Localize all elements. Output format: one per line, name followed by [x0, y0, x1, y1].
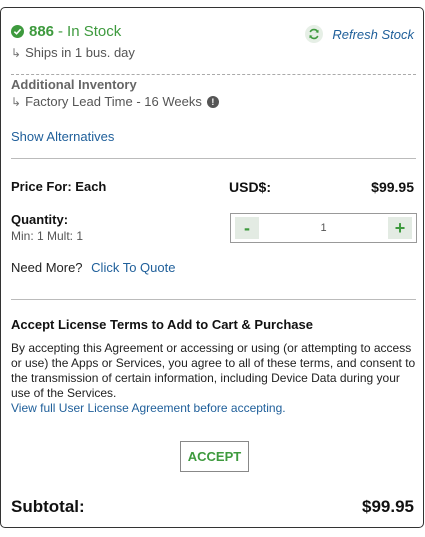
quantity-stepper: - 1 +	[230, 213, 417, 243]
subtotal-label: Subtotal:	[11, 497, 85, 516]
section-divider	[11, 299, 416, 300]
min-mult-text: Min: 1 Mult: 1	[11, 229, 84, 243]
currency-label: USD$:	[229, 179, 272, 195]
refresh-stock-label[interactable]: Refresh Stock	[332, 27, 414, 42]
additional-inventory-heading: Additional Inventory	[11, 77, 137, 92]
section-divider	[11, 158, 416, 159]
need-more-label: Need More?	[11, 260, 83, 275]
increment-button[interactable]: +	[388, 217, 412, 239]
lead-time-line: ↳ Factory Lead Time - 16 Weeks !	[11, 94, 219, 109]
unit-price: $99.95	[371, 179, 414, 195]
license-heading: Accept License Terms to Add to Cart & Pu…	[11, 317, 313, 332]
stock-status-row: 886 - In Stock	[11, 23, 121, 40]
arrow-right-icon: ↳	[11, 45, 22, 60]
view-license-link[interactable]: View full User License Agreement before …	[11, 401, 286, 415]
dashed-divider	[11, 74, 416, 75]
click-to-quote-link[interactable]: Click To Quote	[91, 260, 175, 275]
ships-line: ↳ Ships in 1 bus. day	[11, 45, 135, 60]
arrow-right-icon: ↳	[11, 94, 22, 109]
accept-button[interactable]: ACCEPT	[180, 441, 249, 472]
license-body-text: By accepting this Agreement or accessing…	[11, 341, 416, 400]
stock-separator: -	[58, 23, 64, 40]
license-body: By accepting this Agreement or accessing…	[11, 341, 421, 416]
subtotal-value: $99.95	[362, 497, 414, 516]
decrement-button[interactable]: -	[235, 217, 259, 239]
refresh-stock-button[interactable]: Refresh Stock	[305, 25, 414, 43]
refresh-icon[interactable]	[305, 25, 324, 43]
quantity-label: Quantity:	[11, 212, 69, 227]
ships-text: Ships in 1 bus. day	[25, 45, 135, 60]
need-more-row: Need More? Click To Quote	[11, 260, 175, 275]
product-availability-panel: 886 - In Stock Refresh Stock ↳ Ships in …	[0, 7, 424, 528]
show-alternatives-link[interactable]: Show Alternatives	[11, 129, 114, 144]
info-icon[interactable]: !	[206, 95, 219, 108]
check-circle-icon	[11, 25, 24, 38]
stock-quantity: 886	[29, 23, 55, 40]
lead-time-text: Factory Lead Time - 16 Weeks	[25, 94, 202, 109]
price-for-label: Price For: Each	[11, 179, 107, 194]
stock-status-text: In Stock	[67, 23, 122, 40]
quantity-input[interactable]: 1	[320, 222, 326, 234]
